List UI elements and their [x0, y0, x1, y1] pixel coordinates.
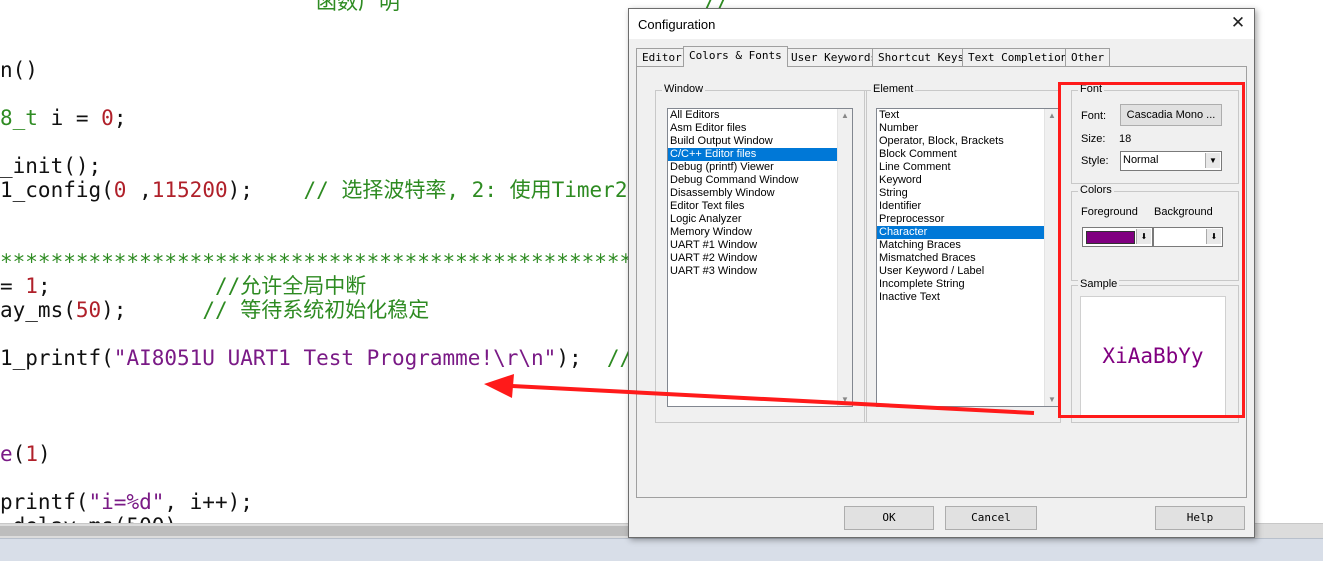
code-token: // 选择波特率, 2: 使用Timer2: [303, 178, 628, 202]
list-item[interactable]: Block Comment: [877, 148, 1059, 161]
element-list-scrollbar[interactable]: ▲ ▼: [1044, 109, 1059, 406]
code-token: 1: [25, 274, 38, 298]
code-token: n(): [0, 58, 38, 82]
list-item[interactable]: User Keyword / Label: [877, 265, 1059, 278]
code-token: 115200: [151, 178, 228, 202]
list-item[interactable]: String: [877, 187, 1059, 200]
list-item[interactable]: Debug Command Window: [668, 174, 852, 187]
status-bar: [0, 538, 1323, 561]
element-listbox[interactable]: Text Number Operator, Block, Brackets Block…: [876, 108, 1060, 407]
code-line: 1_config(0 ,115200); // 选择波特率, 2: 使用Time…: [0, 178, 627, 202]
list-item[interactable]: Operator, Block, Brackets: [877, 135, 1059, 148]
list-item[interactable]: Asm Editor files: [668, 122, 852, 135]
dialog-title: Configuration: [638, 17, 716, 32]
code-token: //允许全局中断: [214, 274, 367, 298]
dialog-titlebar[interactable]: Configuration ✕: [629, 9, 1254, 39]
code-token: "AI8051U UART1 Test Programme!\r\n": [113, 346, 557, 370]
code-token: ;: [113, 106, 127, 130]
list-item[interactable]: UART #1 Window: [668, 239, 852, 252]
code-line: = 1; //允许全局中断: [0, 274, 366, 298]
window-listbox[interactable]: All Editors Asm Editor files Build Output …: [667, 108, 853, 407]
list-item[interactable]: All Editors: [668, 109, 852, 122]
list-item[interactable]: Preprocessor: [877, 213, 1059, 226]
code-token: _init();: [0, 154, 102, 178]
code-line: ****************************************…: [0, 250, 708, 274]
code-token: ;: [37, 274, 215, 298]
tab-shortcut-keys[interactable]: Shortcut Keys: [872, 48, 971, 66]
window-list-scrollbar[interactable]: ▲ ▼: [837, 109, 852, 406]
code-token: 1: [25, 442, 38, 466]
list-item[interactable]: Number: [877, 122, 1059, 135]
list-item[interactable]: Memory Window: [668, 226, 852, 239]
code-token: 1_printf(: [0, 346, 114, 370]
ok-button[interactable]: OK: [844, 506, 934, 530]
code-token: 1_config(: [0, 178, 114, 202]
code-token: 函数广明: [316, 0, 400, 14]
element-group: Element Text Number Operator, Block, Brack…: [864, 83, 1061, 423]
code-line: 1_printf("AI8051U UART1 Test Programme!\…: [0, 346, 657, 370]
tab-colors-fonts[interactable]: Colors & Fonts: [683, 46, 788, 67]
code-line: e(1): [0, 442, 51, 466]
scroll-down-icon[interactable]: ▼: [1045, 395, 1059, 404]
code-token: (: [12, 442, 26, 466]
close-icon[interactable]: ✕: [1222, 9, 1254, 39]
code-token: ): [37, 442, 51, 466]
scrollbar-thumb[interactable]: [0, 526, 640, 536]
scroll-up-icon[interactable]: ▲: [838, 111, 852, 120]
code-token: // 等待系统初始化稳定: [202, 298, 430, 322]
code-token: i: [37, 106, 76, 130]
list-item[interactable]: Editor Text files: [668, 200, 852, 213]
list-item[interactable]: Disassembly Window: [668, 187, 852, 200]
scroll-up-icon[interactable]: ▲: [1045, 111, 1059, 120]
list-item[interactable]: Line Comment: [877, 161, 1059, 174]
element-group-label: Element: [871, 83, 916, 95]
list-item[interactable]: UART #3 Window: [668, 265, 852, 278]
code-line: 8_t i = 0;: [0, 106, 126, 130]
tab-user-keywords[interactable]: User Keywords: [785, 48, 884, 66]
list-item[interactable]: Keyword: [877, 174, 1059, 187]
window-group: Window All Editors Asm Editor files Build …: [655, 83, 867, 423]
code-token: printf(: [0, 490, 89, 514]
list-item[interactable]: Build Output Window: [668, 135, 852, 148]
code-token: );: [227, 178, 304, 202]
code-line: _init();: [0, 154, 101, 178]
code-token: , i++);: [164, 490, 253, 514]
list-item[interactable]: Identifier: [877, 200, 1059, 213]
annotation-highlight-box: [1058, 82, 1245, 418]
code-line: ay_ms(50); // 等待系统初始化稳定: [0, 298, 429, 322]
code-line: printf("i=%d", i++);: [0, 490, 253, 514]
list-item[interactable]: Matching Braces: [877, 239, 1059, 252]
list-item[interactable]: Incomplete String: [877, 278, 1059, 291]
tab-other[interactable]: Other: [1065, 48, 1111, 66]
tab-editor[interactable]: Editor: [636, 48, 688, 66]
list-item[interactable]: Debug (printf) Viewer: [668, 161, 852, 174]
tab-text-completion[interactable]: Text Completion: [962, 48, 1074, 66]
code-token: ay_ms(: [0, 298, 76, 322]
code-token: 0: [88, 106, 114, 130]
scroll-down-icon[interactable]: ▼: [838, 395, 852, 404]
code-token: =: [0, 274, 26, 298]
code-line: n(): [0, 58, 38, 82]
list-item[interactable]: C/C++ Editor files: [668, 148, 852, 161]
code-token: "i=%d": [88, 490, 165, 514]
code-token: );: [101, 298, 203, 322]
code-token: =: [75, 106, 89, 130]
list-item[interactable]: Text: [877, 109, 1059, 122]
help-button[interactable]: Help: [1155, 506, 1245, 530]
code-token: e: [0, 442, 13, 466]
code-token: 0: [113, 178, 127, 202]
code-token: ,: [126, 178, 152, 202]
code-token: 50: [75, 298, 102, 322]
list-item[interactable]: Logic Analyzer: [668, 213, 852, 226]
list-item[interactable]: UART #2 Window: [668, 252, 852, 265]
list-item[interactable]: Mismatched Braces: [877, 252, 1059, 265]
list-item[interactable]: Inactive Text: [877, 291, 1059, 304]
cancel-button[interactable]: Cancel: [945, 506, 1037, 530]
list-item[interactable]: Character: [877, 226, 1059, 239]
code-token: );: [556, 346, 607, 370]
code-token: ****************************************…: [0, 250, 709, 274]
code-token: 8_t: [0, 106, 38, 130]
window-group-label: Window: [662, 83, 706, 95]
